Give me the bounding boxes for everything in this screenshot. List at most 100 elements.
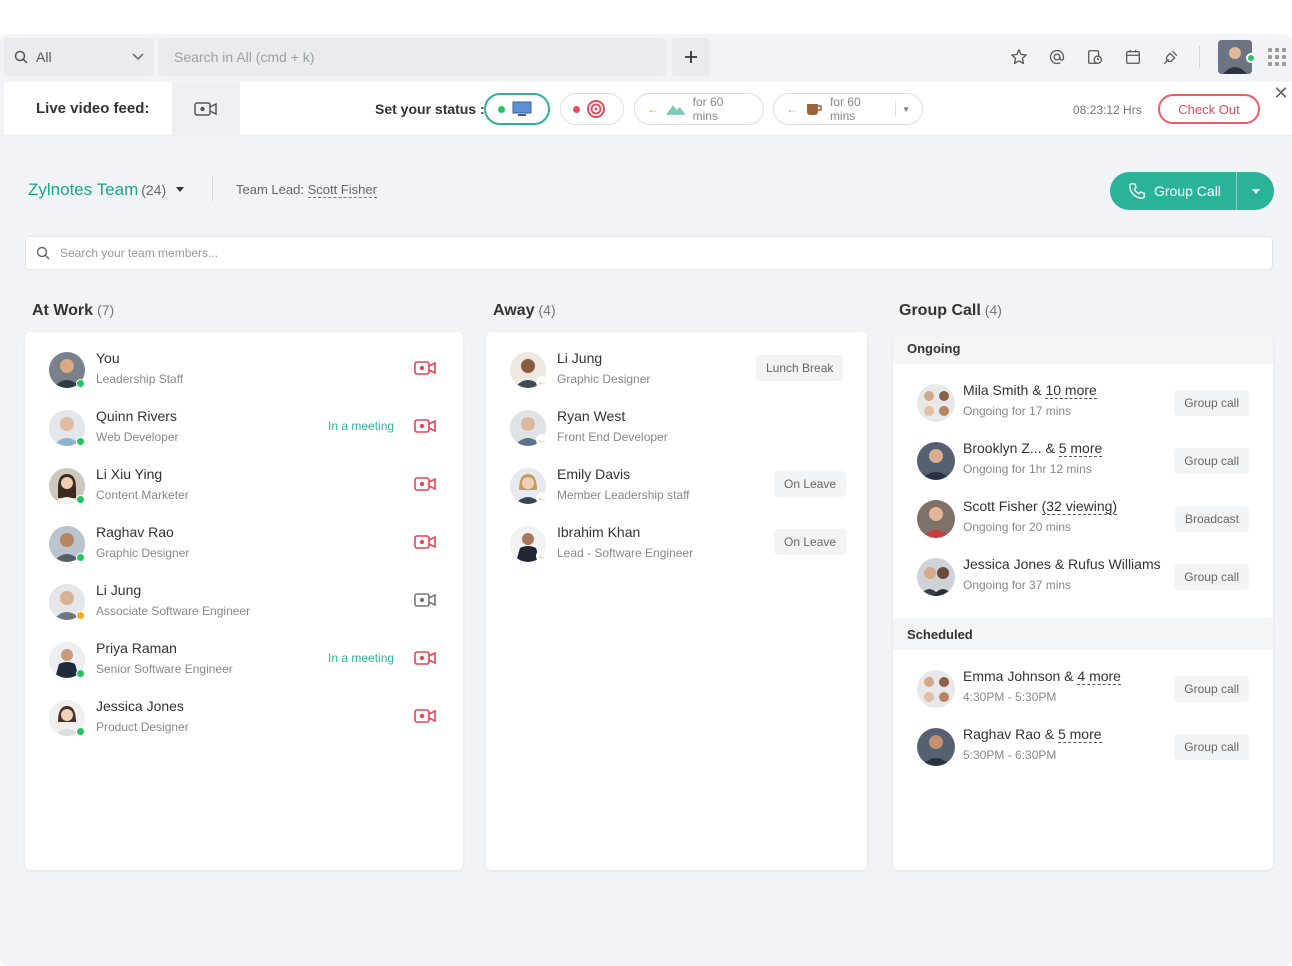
toolbar-divider <box>1199 46 1200 68</box>
group-avatar <box>917 384 955 422</box>
user-avatar[interactable] <box>1218 40 1252 74</box>
member-name: Li Jung <box>557 350 603 366</box>
group-call-dropdown[interactable] <box>1237 188 1274 194</box>
member-role: Leadership Staff <box>96 372 184 386</box>
calendar-icon[interactable] <box>1122 46 1144 68</box>
member-role: Content Marketer <box>96 488 189 502</box>
status-available-pill[interactable] <box>484 93 550 125</box>
member-row[interactable]: You Leadership Staff <box>25 346 463 396</box>
call-duration: Ongoing for 1hr 12 mins <box>963 462 1092 476</box>
group-avatar <box>917 442 955 480</box>
call-row[interactable]: Scott Fisher (32 viewing) Ongoing for 20… <box>893 494 1273 546</box>
member-row[interactable]: ← Emily Davis Member Leadership staff On… <box>486 462 867 512</box>
more-participants-link[interactable]: 5 more <box>1058 440 1103 457</box>
caret-down-icon[interactable] <box>176 187 184 192</box>
coffee-cup-icon <box>806 104 822 115</box>
set-status-label: Set your status : <box>375 101 485 117</box>
busy-dot <box>573 105 580 113</box>
call-row[interactable]: Brooklyn Z... & 5 more Ongoing for 1hr 1… <box>893 436 1273 488</box>
member-name: Priya Raman <box>96 640 177 656</box>
call-row[interactable]: Jessica Jones & Rufus Williams Ongoing f… <box>893 552 1273 604</box>
away-count: (4) <box>538 302 556 318</box>
global-search-input[interactable]: Search in All (cmd + k) <box>158 38 666 76</box>
team-name: Zylnotes Team <box>28 180 139 199</box>
caret-down-icon[interactable]: ▼ <box>902 105 910 114</box>
group-call-button[interactable]: Group Call <box>1110 172 1236 210</box>
call-duration: Ongoing for 17 mins <box>963 404 1072 418</box>
search-scope-dropdown[interactable]: All <box>4 38 154 76</box>
group-call-count: (4) <box>984 302 1002 318</box>
target-icon <box>587 100 605 118</box>
video-camera-active-icon[interactable] <box>414 418 436 434</box>
call-time: 4:30PM - 5:30PM <box>963 690 1057 704</box>
scheduled-section-header: Scheduled <box>893 618 1273 650</box>
call-title: Jessica Jones & Rufus Williams <box>963 556 1161 572</box>
at-work-count: (7) <box>97 302 115 318</box>
call-row[interactable]: Mila Smith & 10 more Ongoing for 17 mins… <box>893 378 1273 430</box>
member-row[interactable]: Quinn Rivers Web Developer In a meeting <box>25 404 463 454</box>
member-row[interactable]: Li Xiu Ying Content Marketer <box>25 462 463 512</box>
member-row[interactable]: ← Ryan West Front End Developer <box>486 404 867 454</box>
video-camera-active-icon[interactable] <box>414 708 436 724</box>
group-call-list: Ongoing Mila Smith & 10 more Ongoing for… <box>893 332 1273 870</box>
viewers-count-link[interactable]: (32 viewing) <box>1041 498 1118 515</box>
member-role: Front End Developer <box>557 430 668 444</box>
away-title: Away <box>493 302 535 319</box>
call-participants: Emma Johnson & <box>963 668 1078 684</box>
more-participants-link[interactable]: 5 more <box>1057 726 1102 743</box>
available-dot <box>498 105 505 113</box>
call-type-badge: Broadcast <box>1174 506 1249 532</box>
group-avatar <box>917 500 955 538</box>
apps-grid-icon[interactable] <box>1268 48 1286 66</box>
member-row[interactable]: Raghav Rao Graphic Designer <box>25 520 463 570</box>
video-camera-active-icon[interactable] <box>414 476 436 492</box>
add-button[interactable] <box>672 38 710 76</box>
team-search-input[interactable]: Search your team members... <box>25 236 1273 270</box>
app-window: All Search in All (cmd + k) Live video f… <box>0 34 1292 966</box>
star-icon[interactable] <box>1008 46 1030 68</box>
video-camera-inactive-icon[interactable] <box>414 592 436 608</box>
member-role: Lead - Software Engineer <box>557 546 694 560</box>
call-duration: Ongoing for 20 mins <box>963 520 1072 534</box>
member-name: You <box>96 350 120 366</box>
online-indicator <box>76 553 85 562</box>
member-row[interactable]: Jessica Jones Product Designer <box>25 694 463 744</box>
group-avatar <box>917 558 955 596</box>
member-row[interactable]: Priya Raman Senior Software Engineer In … <box>25 636 463 686</box>
plug-icon[interactable] <box>1160 46 1182 68</box>
global-search-placeholder: Search in All (cmd + k) <box>174 49 315 65</box>
plus-icon <box>685 51 697 63</box>
scheduled-call-row[interactable]: Raghav Rao & 5 more 5:30PM - 6:30PM Grou… <box>893 722 1273 774</box>
scheduled-call-row[interactable]: Emma Johnson & 4 more 4:30PM - 5:30PM Gr… <box>893 664 1273 716</box>
call-participants: Brooklyn Z... & <box>963 440 1059 456</box>
search-scope-label: All <box>36 49 52 65</box>
call-type-badge: Group call <box>1174 390 1249 416</box>
member-row[interactable]: Li Jung Associate Software Engineer <box>25 578 463 628</box>
team-selector[interactable]: Zylnotes Team (24) <box>28 180 166 200</box>
video-camera-active-icon[interactable] <box>414 650 436 666</box>
at-icon[interactable] <box>1046 46 1068 68</box>
status-break-pill[interactable]: ← for 60 mins <box>634 93 764 125</box>
live-video-toggle[interactable] <box>172 82 240 136</box>
close-icon[interactable]: ✕ <box>1270 82 1292 104</box>
member-row[interactable]: ← Li Jung Graphic Designer Lunch Break <box>486 346 867 396</box>
clock-document-icon[interactable] <box>1084 46 1106 68</box>
call-type-badge: Group call <box>1174 564 1249 590</box>
lunch-break-badge: Lunch Break <box>756 355 844 381</box>
header-divider <box>212 177 213 201</box>
more-participants-link[interactable]: 4 more <box>1077 668 1121 685</box>
status-coffee-pill[interactable]: ← for 60 mins ▼ <box>773 93 923 125</box>
member-row[interactable]: ← Ibrahim Khan Lead - Software Engineer … <box>486 520 867 570</box>
member-name: Li Xiu Ying <box>96 466 163 482</box>
video-camera-active-icon[interactable] <box>414 534 436 550</box>
back-arrow-icon: ← <box>536 492 548 504</box>
check-out-button[interactable]: Check Out <box>1158 94 1260 124</box>
member-role: Senior Software Engineer <box>96 662 233 676</box>
monitor-icon <box>512 101 532 116</box>
video-camera-active-icon[interactable] <box>414 360 436 376</box>
team-lead-name[interactable]: Scott Fisher <box>307 182 377 198</box>
member-role: Graphic Designer <box>96 546 190 560</box>
more-participants-link[interactable]: 10 more <box>1045 382 1097 399</box>
status-busy-pill[interactable] <box>560 93 624 125</box>
member-role: Associate Software Engineer <box>96 604 251 618</box>
